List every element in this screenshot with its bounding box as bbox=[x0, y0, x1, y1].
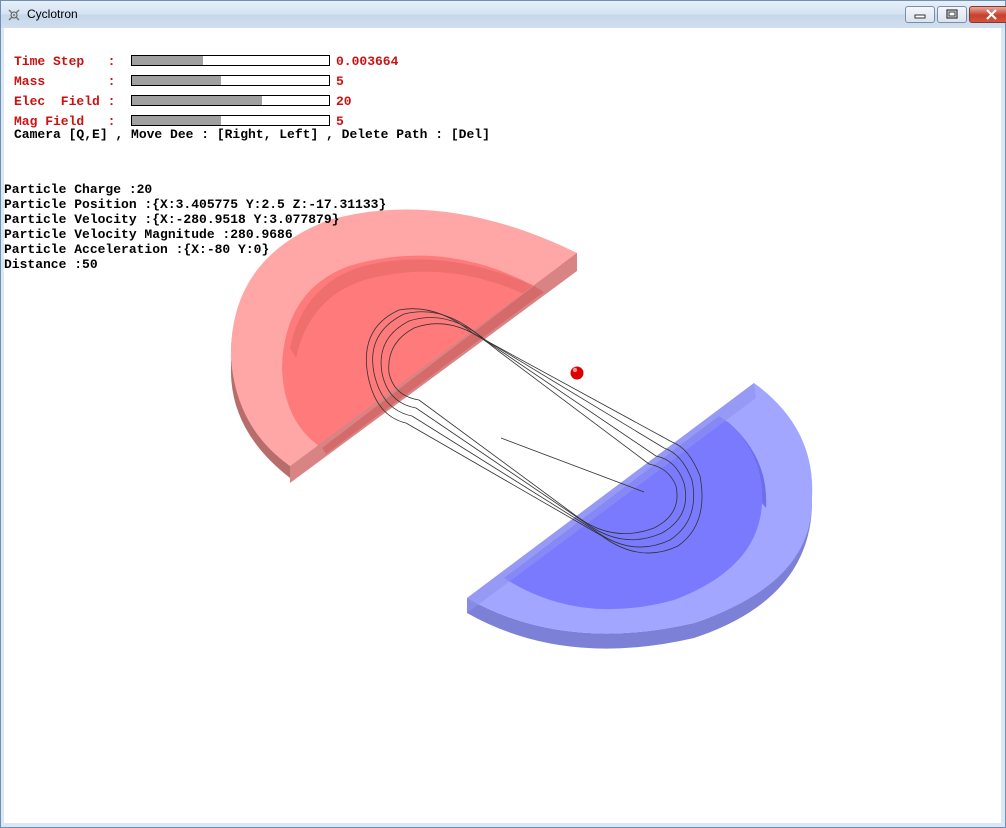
mass-value: 5 bbox=[336, 74, 344, 89]
mass-slider[interactable] bbox=[131, 75, 330, 86]
minimize-icon bbox=[914, 14, 926, 19]
window-title: Cyclotron bbox=[27, 7, 78, 21]
info-line: Particle Acceleration :{X:-80 Y:0} bbox=[4, 242, 270, 257]
info-line: Particle Charge :20 bbox=[4, 182, 153, 197]
info-line: Particle Velocity :{X:-280.9518 Y:3.0778… bbox=[4, 212, 340, 227]
mass-label: Mass : bbox=[14, 74, 116, 89]
title-bar[interactable]: Cyclotron bbox=[1, 1, 1006, 28]
elec-field-value: 20 bbox=[336, 94, 352, 109]
elec-field-slider-fill bbox=[132, 96, 263, 105]
time-step-slider-fill bbox=[132, 56, 203, 65]
particle-sphere bbox=[570, 366, 584, 380]
info-line: Distance :50 bbox=[4, 257, 98, 272]
time-step-slider[interactable] bbox=[131, 55, 330, 66]
info-line: Particle Velocity Magnitude :280.9686 bbox=[4, 227, 293, 242]
render-viewport[interactable]: Time Step : 0.003664 Mass : 5 Elec Field… bbox=[4, 28, 1001, 823]
mass-slider-fill bbox=[132, 76, 221, 85]
cyclotron-scene bbox=[230, 209, 813, 649]
elec-field-slider[interactable] bbox=[131, 95, 330, 106]
cyclotron-app-icon bbox=[8, 9, 20, 21]
app-window: Cyclotron Time Step: 0.003664 Mass: 5 … bbox=[0, 0, 1006, 828]
mag-field-slider[interactable] bbox=[131, 115, 330, 126]
info-line: Particle Position :{X:3.405775 Y:2.5 Z:-… bbox=[4, 197, 387, 212]
minimize-button[interactable] bbox=[905, 6, 935, 23]
time-step-value: 0.003664 bbox=[336, 54, 399, 69]
close-icon bbox=[986, 9, 997, 20]
close-button[interactable] bbox=[969, 6, 1006, 23]
red-dee bbox=[230, 209, 577, 483]
elec-field-label: Elec Field : bbox=[14, 94, 116, 109]
mag-field-slider-fill bbox=[132, 116, 221, 125]
blue-dee bbox=[467, 383, 813, 649]
maximize-icon bbox=[946, 9, 958, 19]
maximize-button[interactable] bbox=[937, 6, 967, 23]
time-step-label: Time Step : bbox=[14, 54, 116, 69]
keyboard-help-text: Camera [Q,E] , Move Dee : [Right, Left] … bbox=[14, 127, 490, 142]
